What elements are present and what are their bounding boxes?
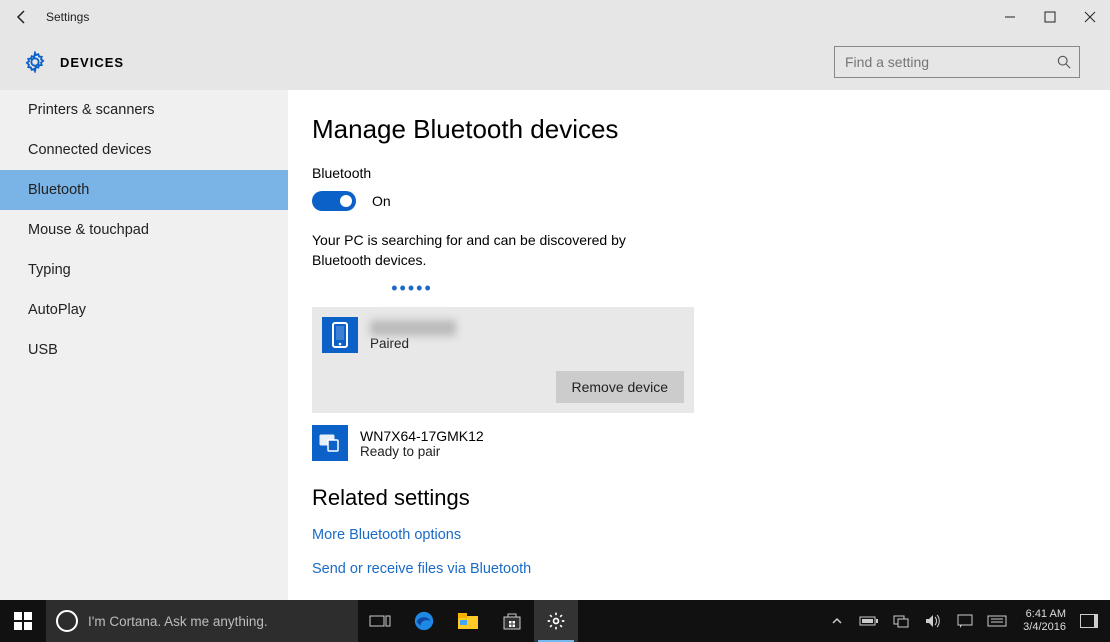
sidebar-item-mouse-touchpad[interactable]: Mouse & touchpad [0,210,288,250]
sidebar-item-typing[interactable]: Typing [0,250,288,290]
status-text: Your PC is searching for and can be disc… [312,231,652,270]
device-name: Galaxy Grand [370,320,456,336]
toggle-knob [340,195,352,207]
taskbar: I'm Cortana. Ask me anything. 6:41 AM 3/… [0,600,1110,642]
gear-icon [24,51,46,73]
sidebar-item-label: Typing [28,262,71,278]
header-label: DEVICES [60,55,124,70]
cortana-search[interactable]: I'm Cortana. Ask me anything. [46,600,358,642]
sidebar-item-usb[interactable]: USB [0,330,288,370]
clock[interactable]: 6:41 AM 3/4/2016 [1013,608,1076,634]
sidebar-item-printers-scanners[interactable]: Printers & scanners [0,90,288,130]
sidebar-item-label: Bluetooth [28,182,89,198]
minimize-button[interactable] [990,0,1030,34]
titlebar: Settings [0,0,1110,34]
store-icon[interactable] [490,600,534,642]
sidebar-item-label: Connected devices [28,142,151,158]
main-panel: Manage Bluetooth devices Bluetooth On Yo… [288,90,1110,600]
remove-device-button[interactable]: Remove device [556,371,685,403]
battery-icon[interactable] [853,600,885,642]
clock-date: 3/4/2016 [1023,621,1066,634]
clock-time: 6:41 AM [1023,608,1066,621]
edge-icon[interactable] [402,600,446,642]
device-card-selected[interactable]: Galaxy Grand Paired Remove device [312,307,694,413]
sidebar-item-autoplay[interactable]: AutoPlay [0,290,288,330]
sidebar-item-connected-devices[interactable]: Connected devices [0,130,288,170]
search-icon [1057,55,1071,72]
network-icon[interactable] [885,600,917,642]
header-row: DEVICES [0,34,1110,90]
cortana-placeholder: I'm Cortana. Ask me anything. [88,614,268,629]
close-button[interactable] [1070,0,1110,34]
tray-chevron-up-icon[interactable] [821,600,853,642]
search-box[interactable] [834,46,1080,78]
action-center-icon[interactable] [949,600,981,642]
toggle-state-label: On [372,193,391,209]
bluetooth-toggle[interactable] [312,191,356,211]
sidebar-item-label: USB [28,342,58,358]
window-controls [990,0,1110,34]
sidebar: Printers & scanners Connected devices Bl… [0,90,288,600]
settings-taskbar-icon[interactable] [534,600,578,642]
related-settings-heading: Related settings [312,485,1086,511]
window-title: Settings [44,10,89,24]
file-explorer-icon[interactable] [446,600,490,642]
page-heading: Manage Bluetooth devices [312,114,1086,145]
sidebar-item-label: AutoPlay [28,302,86,318]
device-status: Paired [370,336,456,351]
pc-icon [312,425,348,461]
device-row[interactable]: WN7X64-17GMK12 Ready to pair [312,425,1086,461]
phone-icon [322,317,358,353]
search-input[interactable] [835,47,1079,77]
keyboard-icon[interactable] [981,600,1013,642]
system-tray: 6:41 AM 3/4/2016 [821,600,1110,642]
sidebar-item-bluetooth[interactable]: Bluetooth [0,170,288,210]
cortana-icon [56,610,78,632]
link-send-receive-files[interactable]: Send or receive files via Bluetooth [312,561,1086,577]
maximize-button[interactable] [1030,0,1070,34]
device-name: WN7X64-17GMK12 [360,428,484,444]
progress-dots-icon: ••••• [312,278,512,299]
show-desktop-button[interactable] [1080,614,1098,628]
volume-icon[interactable] [917,600,949,642]
sidebar-item-label: Printers & scanners [28,102,155,118]
toggle-section-label: Bluetooth [312,165,1086,181]
start-button[interactable] [0,600,46,642]
sidebar-item-label: Mouse & touchpad [28,222,149,238]
back-button[interactable] [0,0,44,34]
device-status: Ready to pair [360,444,484,459]
link-more-bluetooth-options[interactable]: More Bluetooth options [312,527,1086,543]
task-view-button[interactable] [358,600,402,642]
